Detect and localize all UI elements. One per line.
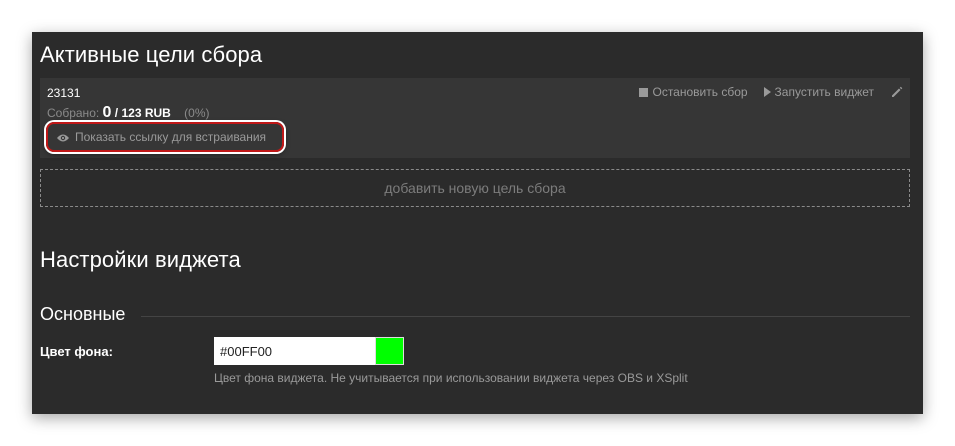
- goal-actions: Остановить сбор Запустить виджет: [639, 85, 904, 99]
- show-embed-link-button[interactable]: Показать ссылку для встраивания: [46, 122, 284, 152]
- widget-settings-title: Настройки виджета: [40, 247, 241, 272]
- active-goals-title: Активные цели сбора: [40, 42, 263, 67]
- add-goal-button[interactable]: добавить новую цель сбора: [40, 169, 910, 207]
- stop-goal-label: Остановить сбор: [652, 85, 748, 99]
- goal-card: 23131 Собрано: 0 / 123 RUB (0%) Останови…: [40, 78, 910, 158]
- eye-icon: [56, 132, 70, 142]
- bg-color-input[interactable]: [214, 337, 375, 365]
- pencil-icon[interactable]: [890, 85, 904, 99]
- basic-settings-title: Основные: [40, 304, 126, 324]
- bg-color-swatch[interactable]: [375, 337, 404, 365]
- collected-amount: 0: [102, 104, 112, 121]
- collected-label: Собрано:: [47, 106, 100, 120]
- main-panel: Активные цели сбора 23131 Собрано: 0 / 1…: [32, 32, 923, 414]
- goal-name: 23131: [47, 86, 81, 100]
- bg-color-label: Цвет фона:: [40, 344, 113, 359]
- play-icon: [763, 87, 771, 97]
- start-widget-label: Запустить виджет: [774, 85, 874, 99]
- goal-total: / 123 RUB: [114, 106, 171, 120]
- divider: [141, 316, 910, 317]
- stop-icon: [639, 87, 649, 97]
- goal-progress: Собрано: 0 / 123 RUB (0%): [47, 104, 210, 122]
- show-embed-link-label: Показать ссылку для встраивания: [75, 130, 267, 144]
- stop-goal-button[interactable]: Остановить сбор: [639, 85, 748, 99]
- bg-color-help: Цвет фона виджета. Не учитывается при ис…: [214, 371, 688, 385]
- basic-settings-header: Основные: [40, 304, 910, 325]
- start-widget-button[interactable]: Запустить виджет: [763, 85, 874, 99]
- goal-percent: (0%): [184, 106, 210, 120]
